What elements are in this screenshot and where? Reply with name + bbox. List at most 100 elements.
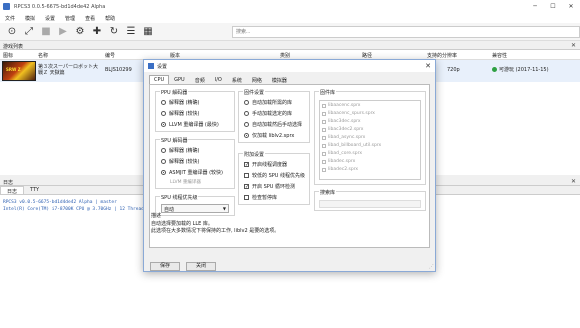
library-search-input[interactable] [319, 200, 421, 208]
tab-network[interactable]: 网络 [247, 75, 267, 84]
column-serial[interactable]: 编号 [105, 52, 115, 59]
column-category[interactable]: 类别 [280, 52, 290, 59]
search-input[interactable] [232, 26, 580, 38]
description-text: 自动选择要加载的 LLE 库。 此选项在大多数情况下将保持的工作, liblv2… [151, 221, 280, 234]
spu-asmjit-recompiler[interactable]: ASMJIT 重编译器 (较快) [161, 169, 223, 176]
spu-interpreter-precise[interactable]: 解释器 (精确) [161, 147, 200, 154]
column-path[interactable]: 路径 [362, 52, 372, 59]
gamepad-icon[interactable]: ✚ [91, 26, 103, 38]
settings-icon [148, 63, 154, 69]
resize-grip-icon[interactable]: ⋰ [429, 264, 434, 270]
tab-cpu[interactable]: CPU [149, 75, 170, 84]
firmware-manual-load[interactable]: 手动加载选定的库 [244, 110, 292, 117]
ppu-interpreter-fast[interactable]: 解释器 (较快) [161, 110, 200, 117]
menu-emulation[interactable]: 模拟 [25, 15, 35, 22]
menu-config[interactable]: 设置 [45, 15, 55, 22]
window-title: RPCS3 0.0.5-6675-bd1d4de42 Alpha [14, 3, 106, 10]
additional-group: 附加设置 ✓ 开启线程调度器 较低的 SPU 线程优先级 ✓ 开启 SPU 循环检测… [238, 151, 310, 205]
firmware-auto-then-manual[interactable]: 自动加载然后手动选择 [244, 121, 302, 128]
list-item[interactable]: libadec2.sprx [322, 167, 358, 172]
tab-gpu[interactable]: GPU [169, 75, 190, 84]
description-box: 描述 自动选择要加载的 LLE 库。 此选项在大多数情况下将保持的工作, lib… [151, 212, 428, 245]
list-item[interactable]: libaacenc.sprx [322, 103, 360, 108]
library-group: 固件库 libaacenc.sprx libaacenc_spurs.sprx … [314, 89, 426, 185]
description-label: 描述 [151, 213, 162, 219]
stop-icon[interactable]: ■ [40, 26, 52, 38]
spu-decoder-group: SPU 解码器 解释器 (精确) 解释器 (较快) ASMJIT 重编译器 (较… [155, 137, 235, 189]
menu-help[interactable]: 帮助 [105, 15, 115, 22]
ppu-interpreter-precise[interactable]: 解释器 (精确) [161, 99, 200, 106]
play-icon[interactable]: ▶ [57, 26, 69, 38]
tab-audio[interactable]: 音频 [190, 75, 210, 84]
firmware-group: 固件设置 自动加载所需的库 手动加载选定的库 自动加载然后手动选择 仅加载 li… [238, 89, 310, 143]
close-icon[interactable]: ✕ [425, 62, 431, 70]
grid-view-icon[interactable]: ▦ [142, 26, 154, 38]
library-search-group: 搜索库 [314, 189, 426, 211]
game-list-header: 游戏列表 ✕ [0, 41, 580, 50]
library-title: 固件库 [319, 89, 337, 96]
spu-interpreter-fast[interactable]: 解释器 (较快) [161, 158, 200, 165]
additional-title: 附加设置 [243, 151, 266, 158]
app-icon [3, 3, 10, 10]
hook-static-functions-checkbox[interactable]: 检查暂停库 [244, 194, 277, 201]
settings-tabs: CPU GPU 音频 I/O 系统 网络 模拟器 [149, 75, 292, 84]
maximize-icon[interactable]: ☐ [544, 0, 562, 13]
game-resolution: 720p [447, 67, 460, 73]
fullscreen-icon[interactable]: ⤢ [23, 26, 35, 38]
list-item[interactable]: libadec.sprx [322, 159, 355, 164]
lower-spu-priority-checkbox[interactable]: 较低的 SPU 线程优先级 [244, 172, 305, 179]
column-icon[interactable]: 图标 [3, 52, 13, 59]
menu-file[interactable]: 文件 [5, 15, 15, 22]
tab-emulator[interactable]: 模拟器 [267, 75, 292, 84]
thread-scheduler-checkbox[interactable]: ✓ 开启线程调度器 [244, 161, 287, 168]
firmware-liblv2-only[interactable]: 仅加载 liblv2.sprx [244, 132, 294, 139]
ppu-decoder-title: PPU 解码器 [160, 89, 189, 96]
list-item[interactable]: libaacenc_spurs.sprx [322, 111, 375, 116]
spu-threads-title: SPU 线程优先级 [160, 194, 199, 201]
list-item[interactable]: libac3dec.sprx [322, 119, 361, 124]
save-button[interactable]: 保存 [150, 262, 180, 271]
ppu-decoder-group: PPU 解码器 解释器 (精确) 解释器 (较快) LLVM 重编译器 (最快) [155, 89, 235, 132]
ppu-llvm-recompiler[interactable]: LLVM 重编译器 (最快) [161, 121, 219, 128]
close-button[interactable]: 关闭 [186, 262, 216, 271]
list-item[interactable]: libad_billboard_util.sprx [322, 143, 381, 148]
close-icon[interactable]: ✕ [562, 0, 580, 13]
list-item[interactable]: libad_async.sprx [322, 135, 365, 140]
chevron-down-icon: ▼ [222, 206, 226, 211]
tab-tty[interactable]: TTY [24, 186, 45, 194]
tab-system[interactable]: 系统 [227, 75, 247, 84]
list-item[interactable]: libad_core.sprx [322, 151, 362, 156]
game-name: 第３次スーパーロボット大戦Ｚ 天獄篇 [38, 64, 98, 76]
dialog-title-bar: 设置 ✕ [144, 60, 435, 72]
minimize-icon[interactable]: ─ [526, 0, 544, 13]
tab-io[interactable]: I/O [210, 75, 227, 84]
menu-view[interactable]: 查看 [85, 15, 95, 22]
menu-bar: 文件 模拟 设置 管理 查看 帮助 [0, 13, 580, 23]
column-compat[interactable]: 兼容性 [492, 52, 507, 59]
refresh-icon[interactable]: ↻ [108, 26, 120, 38]
title-bar: RPCS3 0.0.5-6675-bd1d4de42 Alpha ─ ☐ ✕ [0, 0, 580, 13]
open-icon[interactable]: ⊙ [6, 26, 18, 38]
game-serial: BLJS10299 [105, 67, 132, 73]
toolbar: ⊙ ⤢ ■ ▶ ⚙ ✚ ↻ ☰ ▦ [0, 23, 580, 41]
spu-decoder-title: SPU 解码器 [160, 137, 189, 144]
panel-close-icon[interactable]: ✕ [571, 42, 576, 49]
game-cover: SRW Z [2, 61, 36, 81]
settings-icon[interactable]: ⚙ [74, 26, 86, 38]
column-version[interactable]: 版本 [170, 52, 180, 59]
firmware-title: 固件设置 [243, 89, 266, 96]
tab-log[interactable]: 日志 [0, 186, 25, 195]
status-dot-icon [492, 67, 497, 72]
column-name[interactable]: 名称 [38, 52, 48, 59]
list-view-icon[interactable]: ☰ [125, 26, 137, 38]
panel-close-icon[interactable]: ✕ [571, 178, 576, 185]
menu-manage[interactable]: 管理 [65, 15, 75, 22]
game-compat: 可游玩 (2017-11-15) [492, 67, 549, 73]
library-search-title: 搜索库 [319, 189, 337, 196]
spu-loop-detection-checkbox[interactable]: ✓ 开启 SPU 循环检测 [244, 183, 295, 190]
list-item[interactable]: libac3dec2.sprx [322, 127, 363, 132]
library-list[interactable]: libaacenc.sprx libaacenc_spurs.sprx liba… [319, 100, 421, 180]
dialog-title: 设置 [157, 63, 168, 70]
firmware-auto-load[interactable]: 自动加载所需的库 [244, 99, 292, 106]
column-resolution[interactable]: 支持的分辨率 [427, 52, 457, 59]
